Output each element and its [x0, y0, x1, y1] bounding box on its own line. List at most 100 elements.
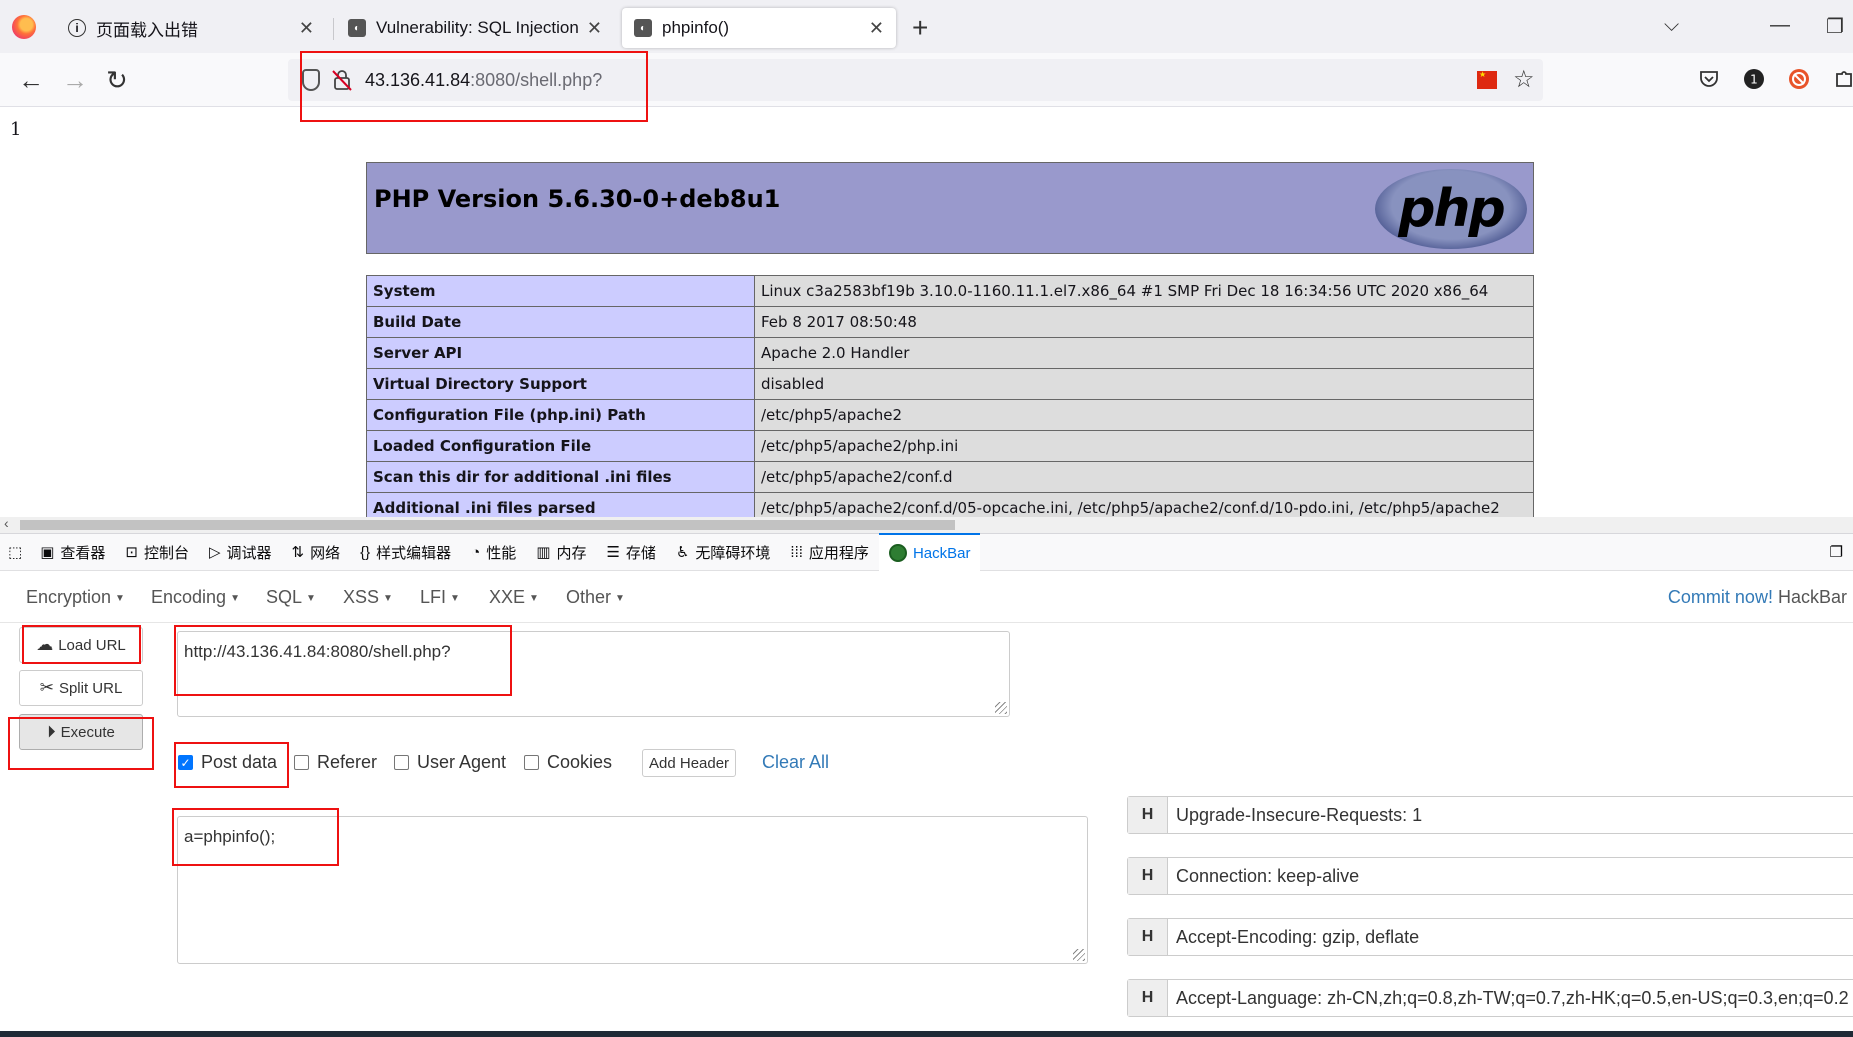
menu-sql[interactable]: SQL ▼	[266, 587, 316, 608]
add-header-button[interactable]: Add Header	[642, 749, 737, 777]
user-agent-checkbox[interactable]: User Agent	[394, 752, 506, 773]
info-key: Loaded Configuration File	[366, 430, 755, 462]
table-row: Virtual Directory Support disabled	[366, 368, 1534, 400]
checkbox-checked-icon[interactable]: ✓	[178, 755, 193, 770]
firefox-icon[interactable]	[12, 15, 36, 39]
button-label: Execute	[60, 723, 115, 741]
devtools-tab-memory[interactable]: ▥ 内存	[526, 533, 596, 571]
caret-down-icon: ▼	[306, 592, 316, 604]
cookies-checkbox[interactable]: Cookies	[524, 752, 612, 773]
execute-button[interactable]: ⏵ Execute	[19, 714, 143, 750]
devtools-tab-inspector[interactable]: ▣ 查看器	[30, 533, 115, 571]
url-text[interactable]: 43.136.41.84:8080/shell.php?	[365, 70, 602, 91]
php-version-header: PHP Version 5.6.30-0+deb8u1 php	[366, 162, 1534, 254]
url-textarea[interactable]: http://43.136.41.84:8080/shell.php?	[177, 631, 1010, 717]
tab-phpinfo[interactable]: ◐ phpinfo() ✕	[622, 8, 896, 48]
commit-hackbar: Commit now! HackBar	[1668, 587, 1847, 608]
table-row: Build Date Feb 8 2017 08:50:48	[366, 306, 1534, 338]
split-url-button[interactable]: ✂ Split URL	[19, 670, 143, 706]
os-taskbar	[0, 1031, 1853, 1037]
insecure-lock-icon[interactable]	[332, 69, 352, 91]
close-icon[interactable]: ✕	[587, 18, 602, 39]
header-row[interactable]: H Accept-Encoding: gzip, deflate	[1127, 918, 1853, 956]
info-key: System	[366, 275, 755, 307]
pocket-icon[interactable]	[1698, 68, 1720, 90]
dock-side-icon[interactable]: ❐	[1820, 533, 1853, 571]
menu-xss[interactable]: XSS ▼	[343, 587, 393, 608]
resize-grip-icon[interactable]	[1073, 949, 1085, 961]
post-data-textarea[interactable]: a=phpinfo();	[177, 816, 1088, 964]
devtools-tab-console[interactable]: ⊡ 控制台	[115, 533, 199, 571]
extensions-puzzle-icon[interactable]	[1833, 68, 1853, 90]
devtools-tab-hackbar[interactable]: HackBar	[878, 533, 981, 571]
load-url-button[interactable]: ☁ Load URL	[19, 627, 143, 663]
checkbox-label: Post data	[201, 752, 278, 772]
tab-sql-injection[interactable]: ◐ Vulnerability: SQL Injection :: ✕	[336, 8, 614, 48]
resize-grip-icon[interactable]	[995, 702, 1007, 714]
info-value: /etc/php5/apache2/conf.d/05-opcache.ini,…	[754, 492, 1534, 517]
back-icon[interactable]: ←	[18, 65, 44, 96]
menu-encryption[interactable]: Encryption ▼	[26, 587, 125, 608]
element-picker-icon[interactable]: ⬚	[0, 533, 30, 571]
table-row: System Linux c3a2583bf19b 3.10.0-1160.11.…	[366, 275, 1534, 307]
php-version-title: PHP Version 5.6.30-0+deb8u1	[374, 185, 781, 213]
menu-label: LFI	[420, 587, 447, 607]
reload-icon[interactable]: ↻	[106, 65, 128, 96]
table-row: Configuration File (php.ini) Path/etc/ph…	[366, 399, 1534, 431]
clear-all-link[interactable]: Clear All	[762, 752, 829, 773]
devtools-toolbar: ⬚ ▣ 查看器 ⊡ 控制台 ▷ 调试器 ⇅ 网络 {} 样式编辑器 ◔ 性能 ▥ 内存 ☰ 存储…	[0, 533, 1853, 571]
php-page-icon: ◐	[634, 19, 652, 37]
close-icon[interactable]: ✕	[299, 18, 314, 39]
devtools-tab-network[interactable]: ⇅ 网络	[282, 533, 351, 571]
tracking-protection-shield-icon[interactable]	[302, 69, 320, 91]
extension-blocker-icon[interactable]	[1788, 68, 1810, 90]
devtools-tab-style-editor[interactable]: {} 样式编辑器	[350, 533, 461, 571]
page-content: 1 PHP Version 5.6.30-0+deb8u1 php System…	[0, 107, 1853, 517]
checkbox-icon[interactable]	[524, 755, 539, 770]
post-data-checkbox[interactable]: ✓ Post data	[178, 752, 277, 773]
table-row: Scan this dir for additional .ini files /…	[366, 461, 1534, 493]
devtools-tab-accessibility[interactable]: ♿ 无障碍环境	[666, 533, 780, 571]
china-flag-icon[interactable]: ★	[1477, 71, 1497, 89]
tab-title: 页面载入出错	[96, 20, 198, 40]
checkbox-label: User Agent	[417, 752, 507, 772]
horizontal-scrollbar[interactable]: ‹	[0, 515, 1853, 533]
address-bar[interactable]: 43.136.41.84:8080/shell.php? ★ ☆	[288, 59, 1543, 101]
tab-page-load-error[interactable]: i 页面载入出错 ✕	[56, 8, 326, 48]
scissors-icon: ✂	[39, 678, 54, 697]
memory-icon: ▥	[536, 544, 551, 561]
header-row[interactable]: H Accept-Language: zh-CN,zh;q=0.8,zh-TW;q…	[1127, 979, 1853, 1017]
close-icon[interactable]: ✕	[869, 18, 884, 39]
menu-other[interactable]: Other ▼	[566, 587, 625, 608]
scrollbar-thumb[interactable]	[20, 520, 955, 530]
new-tab-button[interactable]: +	[912, 12, 928, 44]
scroll-left-icon[interactable]: ‹	[4, 515, 9, 531]
hackbar-icon	[888, 544, 907, 562]
devtools-tab-performance[interactable]: ◔ 性能	[461, 533, 526, 571]
devtools-tab-application[interactable]: ⁞⁞⁞ 应用程序	[780, 533, 879, 571]
menu-lfi[interactable]: LFI ▼	[420, 587, 460, 608]
extension-1-icon[interactable]: 1	[1743, 68, 1765, 90]
bookmark-star-icon[interactable]: ☆	[1513, 65, 1535, 94]
commit-now-link[interactable]: Commit now!	[1668, 587, 1773, 607]
devtools-tab-debugger[interactable]: ▷ 调试器	[199, 533, 282, 571]
checkbox-icon[interactable]	[394, 755, 409, 770]
menu-label: Other	[566, 587, 612, 607]
minimize-icon[interactable]: —	[1770, 14, 1790, 37]
menu-encoding[interactable]: Encoding ▼	[151, 587, 240, 608]
referer-checkbox[interactable]: Referer	[294, 752, 377, 773]
forward-icon[interactable]: →	[62, 65, 88, 96]
menu-xxe[interactable]: XXE ▼	[489, 587, 539, 608]
info-key: Additional .ini files parsed	[366, 492, 755, 517]
tab-separator	[333, 18, 334, 40]
list-all-tabs-icon[interactable]: ⌵	[1664, 14, 1679, 37]
table-row: Server API Apache 2.0 Handler	[366, 337, 1534, 369]
checkbox-icon[interactable]	[294, 755, 309, 770]
info-key: Scan this dir for additional .ini files	[366, 461, 755, 493]
devtools-tab-storage[interactable]: ☰ 存储	[596, 533, 665, 571]
header-row[interactable]: H Upgrade-Insecure-Requests: 1	[1127, 796, 1853, 834]
header-row[interactable]: H Connection: keep-alive	[1127, 857, 1853, 895]
info-value: /etc/php5/apache2/php.ini	[754, 430, 1534, 462]
restore-icon[interactable]: ❐	[1826, 14, 1844, 39]
php-logo-icon[interactable]: php	[1375, 169, 1527, 249]
